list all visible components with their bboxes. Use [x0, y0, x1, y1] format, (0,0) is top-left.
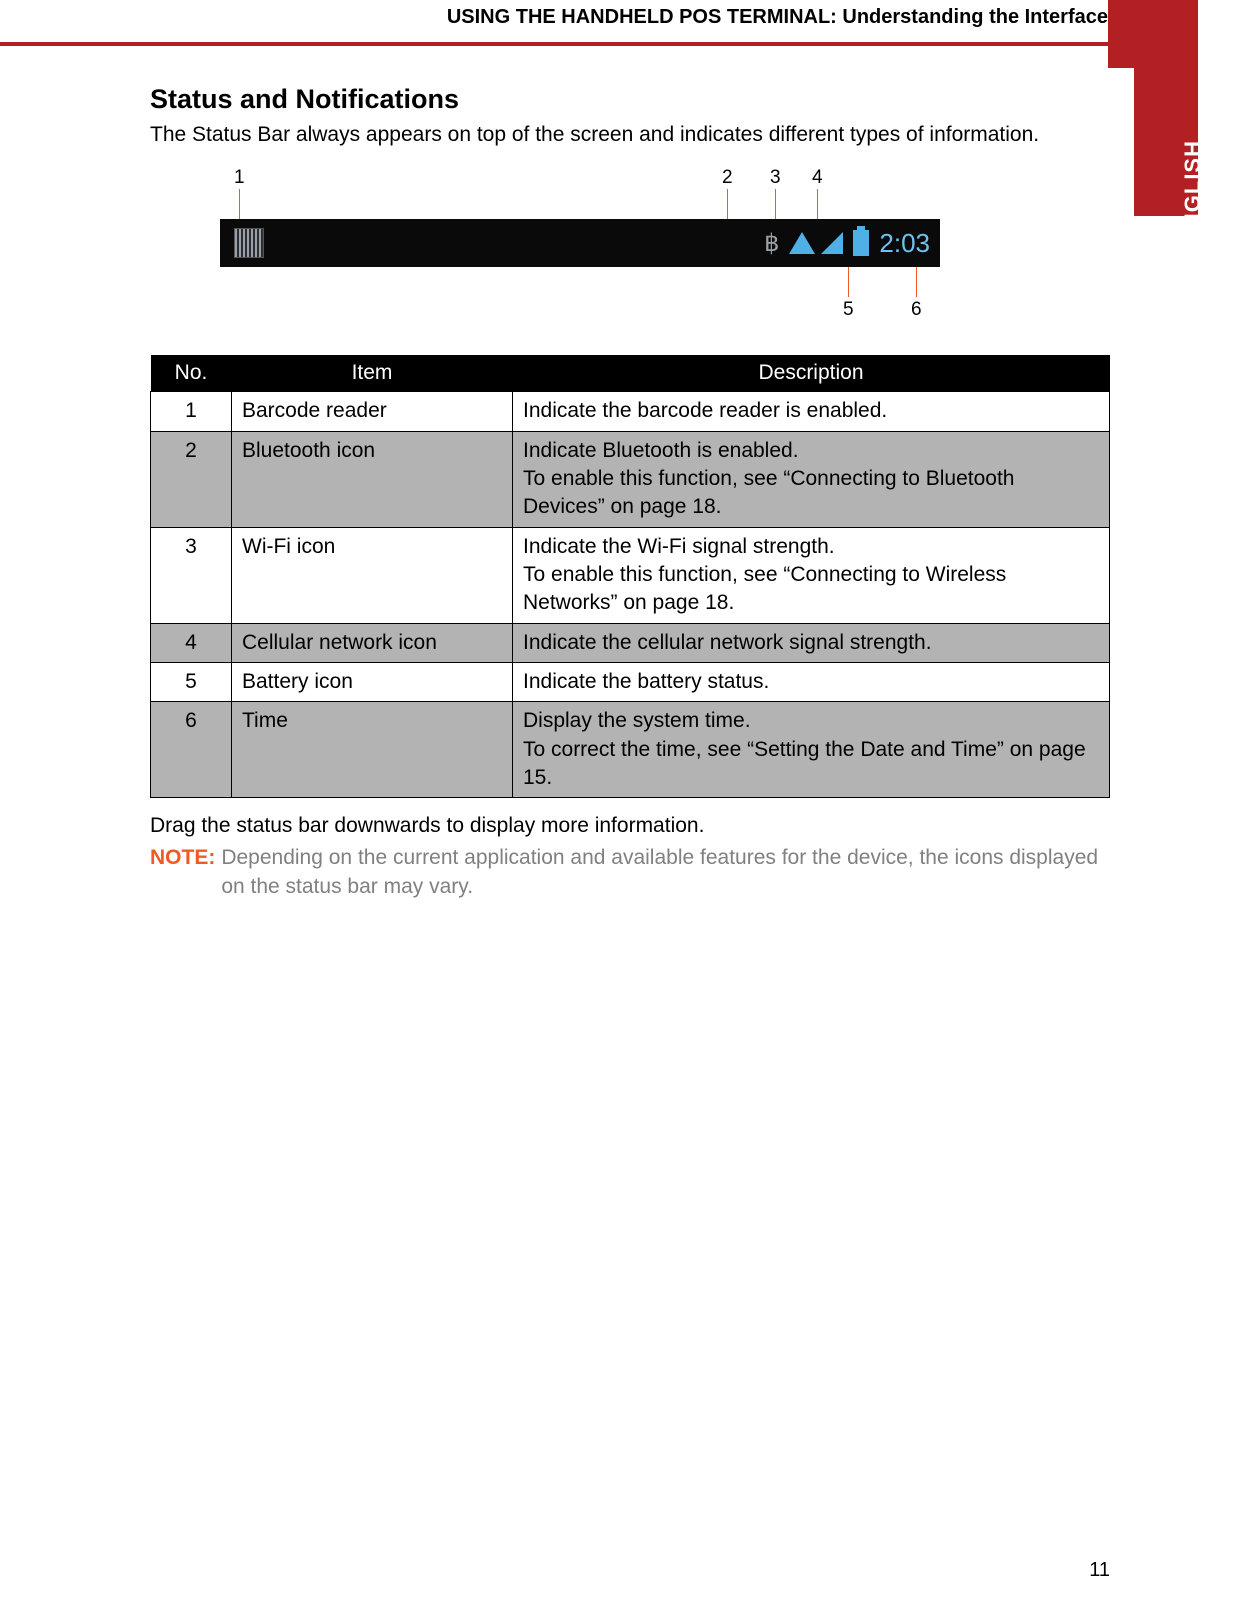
description-table: No. Item Description 1Barcode readerIndi…	[150, 355, 1110, 798]
after-text: Drag the status bar downwards to display…	[150, 814, 1110, 838]
header-title: USING THE HANDHELD POS TERMINAL: Underst…	[447, 6, 1108, 29]
cell-no: 2	[151, 431, 232, 527]
statusbar-mock: ฿ 2:03	[220, 219, 940, 267]
cell-item: Wi-Fi icon	[232, 527, 513, 623]
bluetooth-icon: ฿	[764, 229, 779, 258]
cell-desc: Display the system time.To correct the t…	[513, 702, 1110, 798]
cell-item: Battery icon	[232, 663, 513, 702]
callout-line-6	[916, 267, 917, 297]
section-heading: Status and Notifications	[150, 84, 1110, 115]
callout-line-2	[727, 189, 728, 219]
statusbar-time: 2:03	[879, 228, 930, 259]
th-desc: Description	[513, 355, 1110, 392]
table-row: 1Barcode readerIndicate the barcode read…	[151, 392, 1110, 431]
th-item: Item	[232, 355, 513, 392]
table-row: 5Battery iconIndicate the battery status…	[151, 663, 1110, 702]
statusbar-figure: 1 2 3 4 ฿ 2:03 5 6	[190, 167, 970, 337]
header-bar: USING THE HANDHELD POS TERMINAL: Underst…	[0, 0, 1240, 30]
cell-desc: Indicate the barcode reader is enabled.	[513, 392, 1110, 431]
callout-1: 1	[234, 167, 245, 189]
cell-desc: Indicate the cellular network signal str…	[513, 623, 1110, 662]
callout-line-1	[239, 189, 240, 219]
note-label: NOTE:	[150, 844, 215, 901]
wifi-icon	[789, 232, 815, 254]
section-intro: The Status Bar always appears on top of …	[150, 121, 1110, 149]
table-row: 2Bluetooth iconIndicate Bluetooth is ena…	[151, 431, 1110, 527]
table-row: 3Wi-Fi iconIndicate the Wi-Fi signal str…	[151, 527, 1110, 623]
red-corner-decor	[1108, 0, 1198, 68]
cell-no: 1	[151, 392, 232, 431]
callout-line-4	[817, 189, 818, 219]
table-body: 1Barcode readerIndicate the barcode read…	[151, 392, 1110, 798]
note-text: Depending on the current application and…	[221, 844, 1110, 901]
callout-5: 5	[843, 299, 854, 321]
page: USING THE HANDHELD POS TERMINAL: Underst…	[0, 0, 1240, 1618]
content-area: Status and Notifications The Status Bar …	[150, 84, 1110, 901]
table-row: 4Cellular network iconIndicate the cellu…	[151, 623, 1110, 662]
callout-3: 3	[770, 167, 781, 189]
page-number: 11	[1089, 1559, 1110, 1582]
barcode-icon	[234, 228, 264, 258]
cell-desc: Indicate the battery status.	[513, 663, 1110, 702]
callout-line-5	[848, 267, 849, 297]
cellular-icon	[821, 232, 843, 254]
callout-6: 6	[911, 299, 922, 321]
cell-no: 3	[151, 527, 232, 623]
table-row: 6TimeDisplay the system time.To correct …	[151, 702, 1110, 798]
cell-no: 5	[151, 663, 232, 702]
callout-2: 2	[722, 167, 733, 189]
cell-item: Cellular network icon	[232, 623, 513, 662]
callout-line-3	[775, 189, 776, 219]
header-rule	[0, 42, 1108, 46]
cell-item: Barcode reader	[232, 392, 513, 431]
cell-desc: Indicate the Wi-Fi signal strength.To en…	[513, 527, 1110, 623]
note-line: NOTE: Depending on the current applicati…	[150, 844, 1110, 901]
language-label: ENGLISH	[1180, 140, 1206, 245]
callout-4: 4	[812, 167, 823, 189]
cell-no: 4	[151, 623, 232, 662]
th-no: No.	[151, 355, 232, 392]
cell-desc: Indicate Bluetooth is enabled.To enable …	[513, 431, 1110, 527]
cell-no: 6	[151, 702, 232, 798]
cell-item: Time	[232, 702, 513, 798]
battery-icon	[853, 230, 869, 256]
cell-item: Bluetooth icon	[232, 431, 513, 527]
